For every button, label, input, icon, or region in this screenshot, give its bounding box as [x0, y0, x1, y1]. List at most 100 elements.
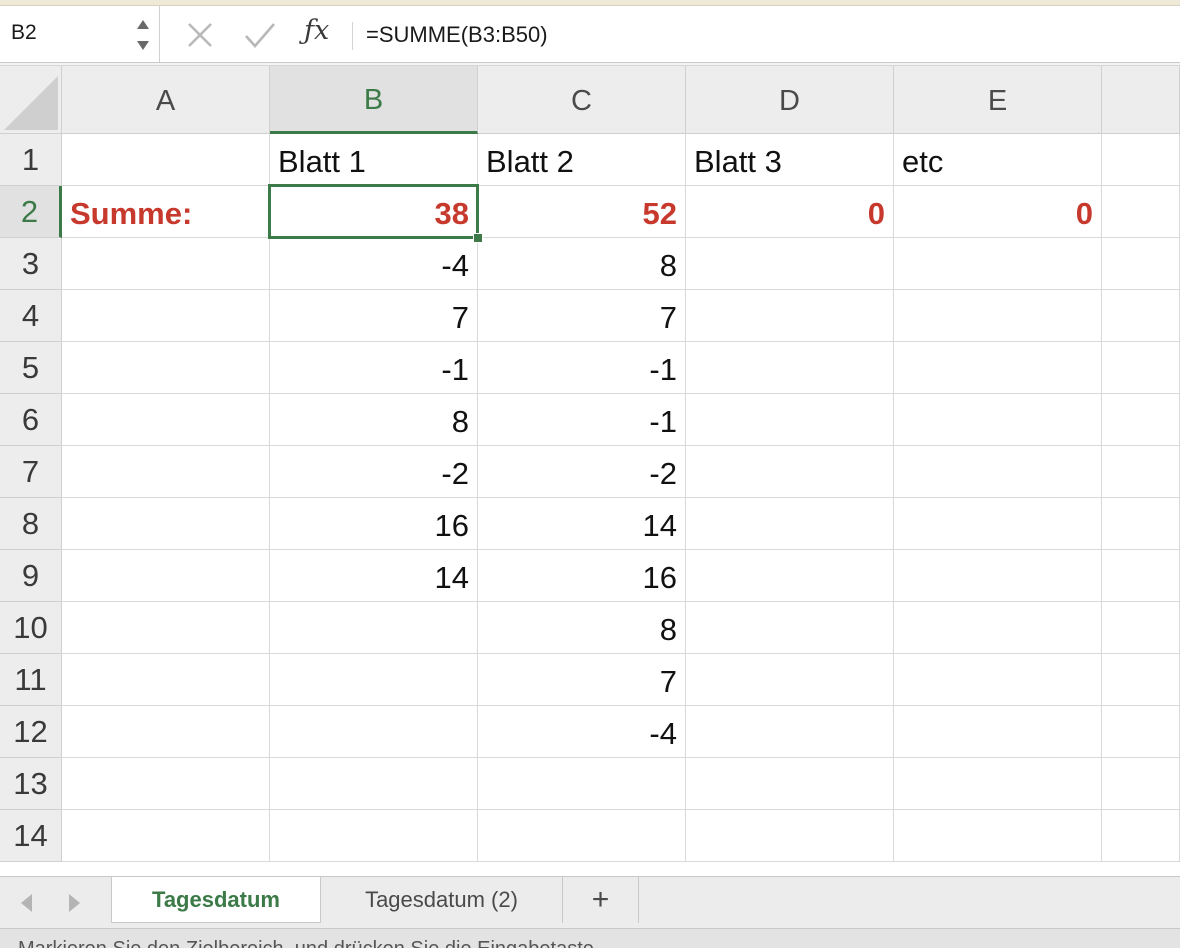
cell-b11[interactable]: [270, 654, 478, 706]
cell-c14[interactable]: [478, 810, 686, 862]
cell-e2[interactable]: 0: [894, 186, 1102, 238]
cell-c1[interactable]: Blatt 2: [478, 134, 686, 186]
cell-extra-14[interactable]: [1102, 810, 1180, 862]
cell-extra-11[interactable]: [1102, 654, 1180, 706]
column-header-a[interactable]: A: [62, 66, 270, 134]
cell-extra-8[interactable]: [1102, 498, 1180, 550]
cell-b2[interactable]: 38: [270, 186, 478, 238]
cell-a8[interactable]: [62, 498, 270, 550]
cell-b14[interactable]: [270, 810, 478, 862]
cell-a3[interactable]: [62, 238, 270, 290]
cell-a4[interactable]: [62, 290, 270, 342]
cell-d8[interactable]: [686, 498, 894, 550]
cell-b6[interactable]: 8: [270, 394, 478, 446]
cell-extra-13[interactable]: [1102, 758, 1180, 810]
fx-icon[interactable]: ƒx: [304, 15, 340, 53]
cell-c4[interactable]: 7: [478, 290, 686, 342]
cell-d12[interactable]: [686, 706, 894, 758]
cell-d10[interactable]: [686, 602, 894, 654]
cell-b4[interactable]: 7: [270, 290, 478, 342]
cell-a11[interactable]: [62, 654, 270, 706]
cell-e6[interactable]: [894, 394, 1102, 446]
row-header-13[interactable]: 13: [0, 758, 62, 810]
cell-extra-6[interactable]: [1102, 394, 1180, 446]
cell-extra-9[interactable]: [1102, 550, 1180, 602]
cell-a1[interactable]: [62, 134, 270, 186]
cell-c10[interactable]: 8: [478, 602, 686, 654]
cell-b10[interactable]: [270, 602, 478, 654]
cell-e5[interactable]: [894, 342, 1102, 394]
row-header-11[interactable]: 11: [0, 654, 62, 706]
cell-b5[interactable]: -1: [270, 342, 478, 394]
cell-a10[interactable]: [62, 602, 270, 654]
cell-e7[interactable]: [894, 446, 1102, 498]
cell-extra-4[interactable]: [1102, 290, 1180, 342]
plus-icon[interactable]: +: [563, 877, 639, 923]
sheet-tab-1[interactable]: Tagesdatum: [111, 877, 321, 923]
cell-d3[interactable]: [686, 238, 894, 290]
cell-a9[interactable]: [62, 550, 270, 602]
cell-d4[interactable]: [686, 290, 894, 342]
cell-c13[interactable]: [478, 758, 686, 810]
cell-a5[interactable]: [62, 342, 270, 394]
cell-a12[interactable]: [62, 706, 270, 758]
row-header-8[interactable]: 8: [0, 498, 62, 550]
row-header-1[interactable]: 1: [0, 134, 62, 186]
cell-d1[interactable]: Blatt 3: [686, 134, 894, 186]
cell-extra-2[interactable]: [1102, 186, 1180, 238]
chevron-right-icon[interactable]: [62, 891, 84, 915]
cell-c12[interactable]: -4: [478, 706, 686, 758]
cell-e4[interactable]: [894, 290, 1102, 342]
select-all-corner[interactable]: [0, 66, 62, 134]
row-header-2[interactable]: 2: [0, 186, 62, 238]
cell-d7[interactable]: [686, 446, 894, 498]
cell-e10[interactable]: [894, 602, 1102, 654]
cell-e11[interactable]: [894, 654, 1102, 706]
cell-d5[interactable]: [686, 342, 894, 394]
row-header-7[interactable]: 7: [0, 446, 62, 498]
row-header-12[interactable]: 12: [0, 706, 62, 758]
cell-e3[interactable]: [894, 238, 1102, 290]
cell-c11[interactable]: 7: [478, 654, 686, 706]
cell-extra-10[interactable]: [1102, 602, 1180, 654]
cell-d13[interactable]: [686, 758, 894, 810]
cell-d6[interactable]: [686, 394, 894, 446]
cell-extra-5[interactable]: [1102, 342, 1180, 394]
cell-e13[interactable]: [894, 758, 1102, 810]
cell-extra-7[interactable]: [1102, 446, 1180, 498]
cell-e9[interactable]: [894, 550, 1102, 602]
name-box-value[interactable]: B2: [11, 21, 37, 45]
cell-b12[interactable]: [270, 706, 478, 758]
cell-a6[interactable]: [62, 394, 270, 446]
cell-d9[interactable]: [686, 550, 894, 602]
cell-b3[interactable]: -4: [270, 238, 478, 290]
cell-e8[interactable]: [894, 498, 1102, 550]
cell-b13[interactable]: [270, 758, 478, 810]
cell-c6[interactable]: -1: [478, 394, 686, 446]
chevron-left-icon[interactable]: [17, 891, 39, 915]
cell-c2[interactable]: 52: [478, 186, 686, 238]
checkmark-icon[interactable]: [243, 19, 277, 51]
column-header-c[interactable]: C: [478, 66, 686, 134]
column-header-e[interactable]: E: [894, 66, 1102, 134]
column-header-d[interactable]: D: [686, 66, 894, 134]
cell-b7[interactable]: -2: [270, 446, 478, 498]
column-header-b[interactable]: B: [270, 66, 478, 134]
cell-c5[interactable]: -1: [478, 342, 686, 394]
row-header-3[interactable]: 3: [0, 238, 62, 290]
cell-d14[interactable]: [686, 810, 894, 862]
name-box[interactable]: B2: [0, 6, 160, 64]
sheet-tab-2[interactable]: Tagesdatum (2): [321, 877, 563, 923]
cell-e14[interactable]: [894, 810, 1102, 862]
cell-extra-1[interactable]: [1102, 134, 1180, 186]
up-down-stepper-icon[interactable]: [134, 14, 152, 56]
cell-e12[interactable]: [894, 706, 1102, 758]
cell-d2[interactable]: 0: [686, 186, 894, 238]
fill-handle[interactable]: [473, 233, 483, 243]
x-icon[interactable]: [184, 19, 216, 51]
row-header-4[interactable]: 4: [0, 290, 62, 342]
row-header-6[interactable]: 6: [0, 394, 62, 446]
column-header-extra[interactable]: [1102, 66, 1180, 134]
row-header-10[interactable]: 10: [0, 602, 62, 654]
cell-a13[interactable]: [62, 758, 270, 810]
